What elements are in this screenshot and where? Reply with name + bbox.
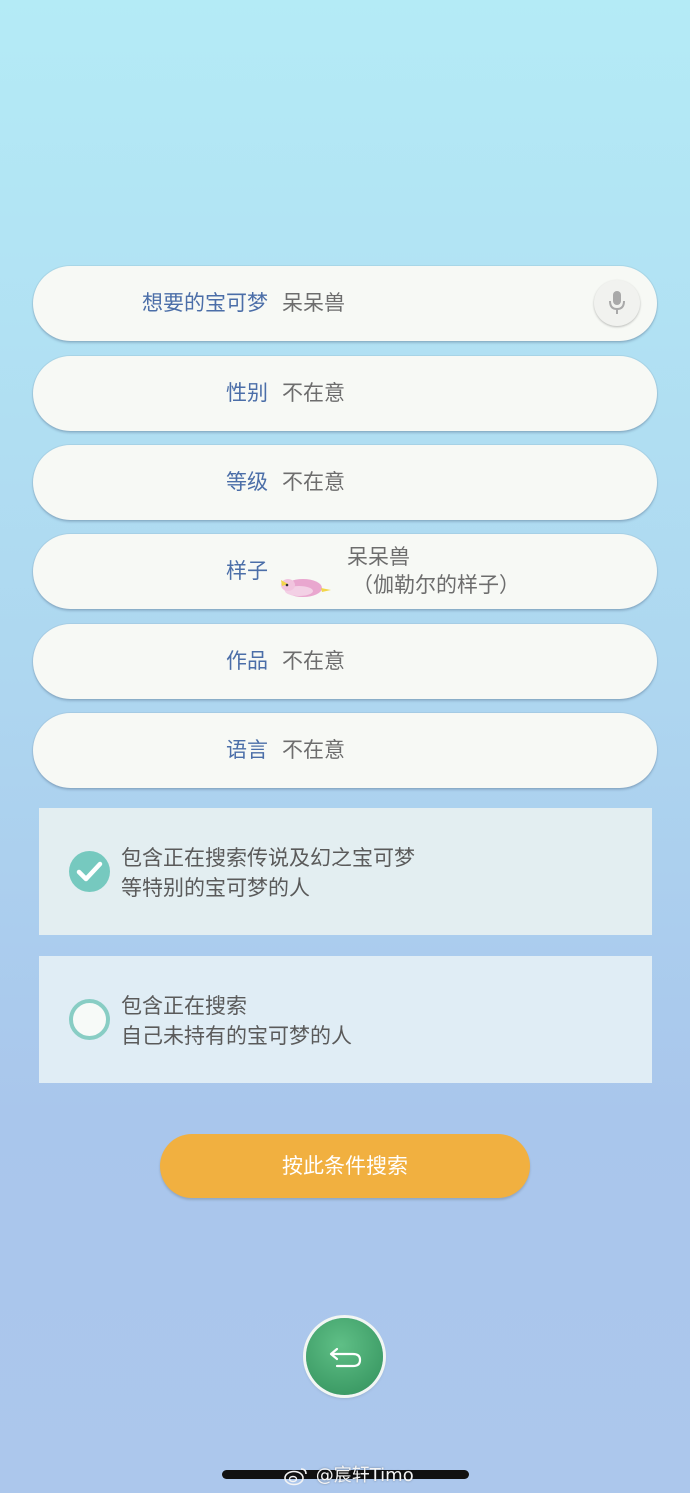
game-label: 作品 — [226, 649, 268, 673]
microphone-icon — [609, 291, 625, 314]
slowpoke-galar-sprite — [281, 579, 331, 597]
option-line: 自己未持有的宝可梦的人 — [121, 1024, 352, 1048]
gender-value: 不在意 — [282, 381, 345, 405]
option-line: 包含正在搜索 — [121, 994, 247, 1018]
search-button[interactable]: 按此条件搜索 — [160, 1134, 530, 1198]
wanted-pokemon-value: 呆呆兽 — [282, 291, 345, 315]
option-line: 包含正在搜索传说及幻之宝可梦 — [121, 846, 415, 870]
return-arrow-icon — [329, 1347, 362, 1368]
game-field[interactable]: 作品 不在意 — [33, 624, 657, 699]
watermark-text: @宸轩Timo — [315, 1465, 414, 1486]
checkbox-checked[interactable] — [69, 851, 110, 892]
form-field[interactable]: 样子 呆呆兽 （伽勒尔的样子） — [33, 534, 657, 609]
option-line: 等特别的宝可梦的人 — [121, 876, 310, 900]
form-label: 样子 — [226, 559, 268, 583]
checkbox-unchecked[interactable] — [69, 999, 110, 1040]
microphone-button[interactable] — [594, 280, 640, 326]
checkmark-icon — [76, 861, 103, 882]
language-label: 语言 — [226, 738, 268, 762]
level-field[interactable]: 等级 不在意 — [33, 445, 657, 520]
watermark: @宸轩Timo — [284, 1463, 414, 1489]
weibo-logo-icon — [284, 1468, 307, 1486]
gender-label: 性别 — [226, 381, 268, 405]
back-button[interactable] — [306, 1318, 383, 1395]
form-pokemon-name: 呆呆兽 — [347, 545, 410, 569]
form-variant-name: （伽勒尔的样子） — [352, 573, 520, 597]
language-field[interactable]: 语言 不在意 — [33, 713, 657, 788]
level-value: 不在意 — [282, 470, 345, 494]
option-include-unowned[interactable]: 包含正在搜索 自己未持有的宝可梦的人 — [39, 956, 652, 1083]
game-value: 不在意 — [282, 649, 345, 673]
wanted-pokemon-label: 想要的宝可梦 — [142, 291, 268, 315]
language-value: 不在意 — [282, 738, 345, 762]
option-include-unowned-text: 包含正在搜索 自己未持有的宝可梦的人 — [121, 991, 352, 1051]
level-label: 等级 — [226, 470, 268, 494]
option-include-legendary[interactable]: 包含正在搜索传说及幻之宝可梦 等特别的宝可梦的人 — [39, 808, 652, 935]
wanted-pokemon-field[interactable]: 想要的宝可梦 呆呆兽 — [33, 266, 657, 341]
gender-field[interactable]: 性别 不在意 — [33, 356, 657, 431]
option-include-legendary-text: 包含正在搜索传说及幻之宝可梦 等特别的宝可梦的人 — [121, 843, 415, 903]
